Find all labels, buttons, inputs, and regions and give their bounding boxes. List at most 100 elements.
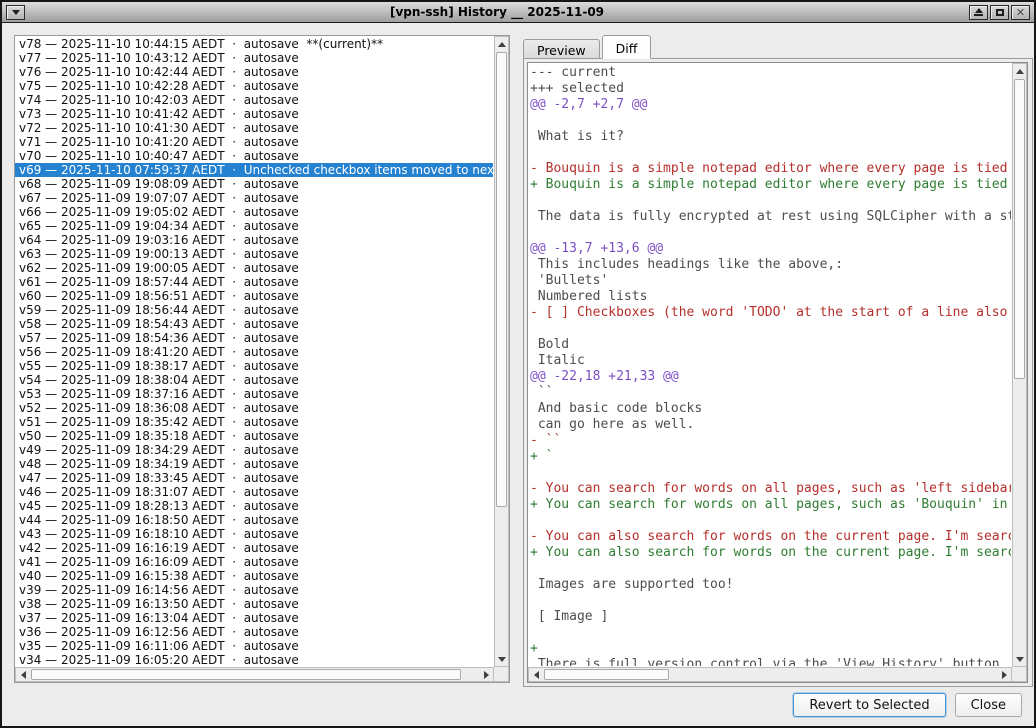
close-button[interactable]: Close <box>955 693 1022 717</box>
history-row[interactable]: v37 — 2025-11-09 16:13:04 AEDT · autosav… <box>15 611 493 625</box>
diff-line: @@ -13,7 +13,6 @@ <box>530 241 1011 257</box>
diff-line: `` <box>530 385 1011 401</box>
history-row[interactable]: v78 — 2025-11-10 10:44:15 AEDT · autosav… <box>15 37 493 51</box>
diff-line: 'Bullets' <box>530 273 1011 289</box>
scroll-left-button[interactable] <box>16 668 30 681</box>
history-row[interactable]: v71 — 2025-11-10 10:41:20 AEDT · autosav… <box>15 135 493 149</box>
history-row[interactable]: v53 — 2025-11-09 18:37:16 AEDT · autosav… <box>15 387 493 401</box>
history-horizontal-scrollbar[interactable] <box>15 667 494 682</box>
history-row[interactable]: v74 — 2025-11-10 10:42:03 AEDT · autosav… <box>15 93 493 107</box>
diff-scroll-right-button[interactable] <box>997 668 1011 681</box>
history-row[interactable]: v45 — 2025-11-09 18:28:13 AEDT · autosav… <box>15 499 493 513</box>
history-row[interactable]: v38 — 2025-11-09 16:13:50 AEDT · autosav… <box>15 597 493 611</box>
history-row[interactable]: v51 — 2025-11-09 18:35:42 AEDT · autosav… <box>15 415 493 429</box>
history-row[interactable]: v75 — 2025-11-10 10:42:28 AEDT · autosav… <box>15 79 493 93</box>
diff-hscroll-thumb[interactable] <box>544 669 669 680</box>
diff-horizontal-scrollbar[interactable] <box>528 667 1012 682</box>
diff-line <box>530 193 1011 209</box>
window-title: [vpn-ssh] History __ 2025-11-09 <box>26 5 968 19</box>
history-vscroll-thumb[interactable] <box>496 52 507 507</box>
history-row[interactable]: v68 — 2025-11-09 19:08:09 AEDT · autosav… <box>15 177 493 191</box>
tab-preview[interactable]: Preview <box>523 39 600 59</box>
diff-lines: --- current+++ selected@@ -2,7 +2,7 @@ W… <box>530 65 1011 666</box>
history-row[interactable]: v54 — 2025-11-09 18:38:04 AEDT · autosav… <box>15 373 493 387</box>
history-list[interactable]: v78 — 2025-11-10 10:44:15 AEDT · autosav… <box>14 35 510 683</box>
diff-line <box>530 113 1011 129</box>
diff-line: @@ -22,18 +21,33 @@ <box>530 369 1011 385</box>
diff-scroll-left-button[interactable] <box>529 668 543 681</box>
history-row[interactable]: v48 — 2025-11-09 18:34:19 AEDT · autosav… <box>15 457 493 471</box>
history-row[interactable]: v47 — 2025-11-09 18:33:45 AEDT · autosav… <box>15 471 493 485</box>
history-hscroll-thumb[interactable] <box>31 669 461 680</box>
history-row[interactable]: v42 — 2025-11-09 16:16:19 AEDT · autosav… <box>15 541 493 555</box>
scrollbar-corner <box>494 667 509 682</box>
diff-line: + You can search for words on all pages,… <box>530 497 1011 513</box>
history-row[interactable]: v46 — 2025-11-09 18:31:07 AEDT · autosav… <box>15 485 493 499</box>
footer-button-bar: Revert to Selected Close <box>793 693 1022 717</box>
shade-button[interactable] <box>969 5 988 20</box>
history-row[interactable]: v77 — 2025-11-10 10:43:12 AEDT · autosav… <box>15 51 493 65</box>
history-row[interactable]: v57 — 2025-11-09 18:54:36 AEDT · autosav… <box>15 331 493 345</box>
diff-line: Numbered lists <box>530 289 1011 305</box>
history-row[interactable]: v66 — 2025-11-09 19:05:02 AEDT · autosav… <box>15 205 493 219</box>
diff-line: --- current <box>530 65 1011 81</box>
scroll-left-icon <box>534 671 539 679</box>
history-row[interactable]: v36 — 2025-11-09 16:12:56 AEDT · autosav… <box>15 625 493 639</box>
history-row[interactable]: v34 — 2025-11-09 16:05:20 AEDT · autosav… <box>15 653 493 666</box>
history-row[interactable]: v62 — 2025-11-09 19:00:05 AEDT · autosav… <box>15 261 493 275</box>
diff-vertical-scrollbar[interactable] <box>1012 63 1027 667</box>
window-titlebar[interactable]: [vpn-ssh] History __ 2025-11-09 ✕ <box>2 2 1034 23</box>
diff-line <box>530 513 1011 529</box>
history-rows: v78 — 2025-11-10 10:44:15 AEDT · autosav… <box>15 36 493 666</box>
diff-vscroll-thumb[interactable] <box>1014 79 1025 379</box>
diff-line: @@ -2,7 +2,7 @@ <box>530 97 1011 113</box>
scroll-down-icon <box>1016 657 1024 662</box>
tab-diff[interactable]: Diff <box>602 35 652 59</box>
diff-line: - Bouquin is a simple notepad editor whe… <box>530 161 1011 177</box>
revert-to-selected-button[interactable]: Revert to Selected <box>793 693 945 717</box>
history-vertical-scrollbar[interactable] <box>494 36 509 667</box>
scroll-right-button[interactable] <box>479 668 493 681</box>
diff-line <box>530 225 1011 241</box>
history-row[interactable]: v73 — 2025-11-10 10:41:42 AEDT · autosav… <box>15 107 493 121</box>
maximize-button[interactable] <box>990 5 1009 20</box>
history-row[interactable]: v70 — 2025-11-10 10:40:47 AEDT · autosav… <box>15 149 493 163</box>
diff-line <box>530 321 1011 337</box>
history-row[interactable]: v64 — 2025-11-09 19:03:16 AEDT · autosav… <box>15 233 493 247</box>
history-row[interactable]: v44 — 2025-11-09 16:18:50 AEDT · autosav… <box>15 513 493 527</box>
scroll-up-button[interactable] <box>495 37 508 51</box>
history-row[interactable]: v52 — 2025-11-09 18:36:08 AEDT · autosav… <box>15 401 493 415</box>
history-row[interactable]: v35 — 2025-11-09 16:11:06 AEDT · autosav… <box>15 639 493 653</box>
history-row[interactable]: v58 — 2025-11-09 18:54:43 AEDT · autosav… <box>15 317 493 331</box>
diff-line <box>530 465 1011 481</box>
diff-view[interactable]: --- current+++ selected@@ -2,7 +2,7 @@ W… <box>527 62 1028 683</box>
history-row[interactable]: v63 — 2025-11-09 19:00:13 AEDT · autosav… <box>15 247 493 261</box>
scroll-right-icon <box>1002 671 1007 679</box>
history-row[interactable]: v40 — 2025-11-09 16:15:38 AEDT · autosav… <box>15 569 493 583</box>
scroll-down-button[interactable] <box>495 652 508 666</box>
scrollbar-corner <box>1012 667 1027 682</box>
diff-line <box>530 561 1011 577</box>
history-row[interactable]: v69 — 2025-11-10 07:59:37 AEDT · Uncheck… <box>15 163 493 177</box>
history-row[interactable]: v50 — 2025-11-09 18:35:18 AEDT · autosav… <box>15 429 493 443</box>
history-row[interactable]: v41 — 2025-11-09 16:16:09 AEDT · autosav… <box>15 555 493 569</box>
window-menu-button[interactable] <box>6 5 25 20</box>
history-row[interactable]: v59 — 2025-11-09 18:56:44 AEDT · autosav… <box>15 303 493 317</box>
close-window-button[interactable]: ✕ <box>1011 5 1030 20</box>
diff-line: [ Image ] <box>530 609 1011 625</box>
history-row[interactable]: v55 — 2025-11-09 18:38:17 AEDT · autosav… <box>15 359 493 373</box>
history-row[interactable]: v56 — 2025-11-09 18:41:20 AEDT · autosav… <box>15 345 493 359</box>
tab-bar: Preview Diff <box>523 35 653 59</box>
history-row[interactable]: v76 — 2025-11-10 10:42:44 AEDT · autosav… <box>15 65 493 79</box>
history-row[interactable]: v65 — 2025-11-09 19:04:34 AEDT · autosav… <box>15 219 493 233</box>
history-row[interactable]: v72 — 2025-11-10 10:41:30 AEDT · autosav… <box>15 121 493 135</box>
history-row[interactable]: v49 — 2025-11-09 18:34:29 AEDT · autosav… <box>15 443 493 457</box>
history-row[interactable]: v67 — 2025-11-09 19:07:07 AEDT · autosav… <box>15 191 493 205</box>
history-row[interactable]: v60 — 2025-11-09 18:56:51 AEDT · autosav… <box>15 289 493 303</box>
diff-scroll-down-button[interactable] <box>1013 652 1026 666</box>
history-row[interactable]: v61 — 2025-11-09 18:57:44 AEDT · autosav… <box>15 275 493 289</box>
history-row[interactable]: v43 — 2025-11-09 16:18:10 AEDT · autosav… <box>15 527 493 541</box>
history-row[interactable]: v39 — 2025-11-09 16:14:56 AEDT · autosav… <box>15 583 493 597</box>
scroll-right-icon <box>484 671 489 679</box>
diff-scroll-up-button[interactable] <box>1013 64 1026 78</box>
